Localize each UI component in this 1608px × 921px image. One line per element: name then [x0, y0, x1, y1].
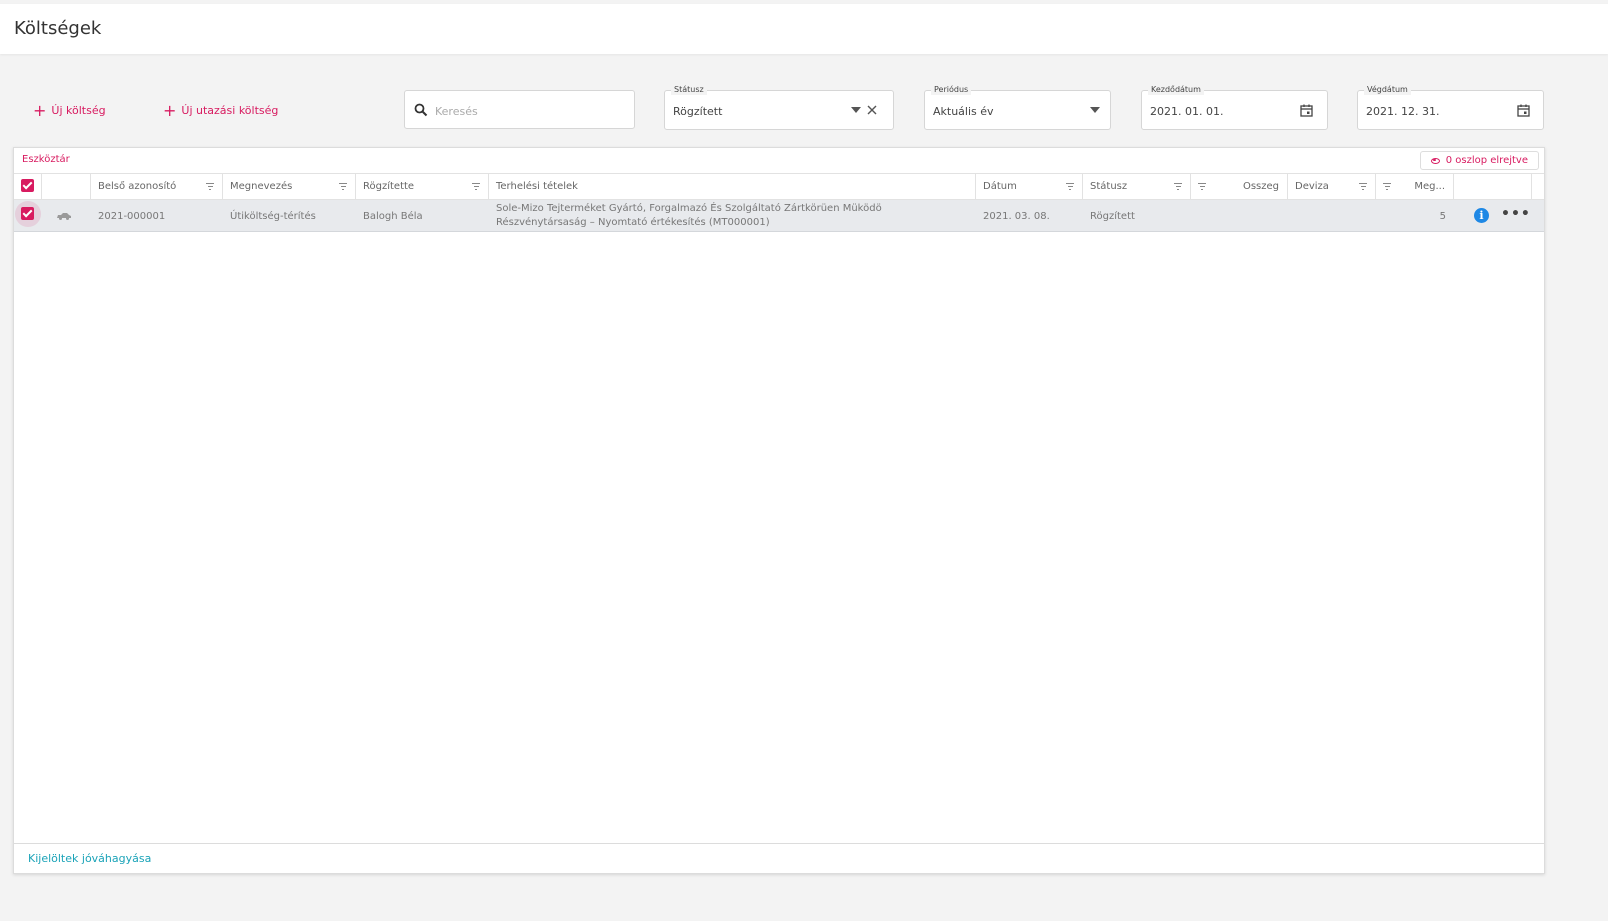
header-select-cell	[14, 174, 42, 199]
status-label: Státusz	[671, 85, 707, 95]
column-label: Rögzítette	[363, 181, 415, 192]
filter-icon[interactable]	[206, 183, 214, 190]
hidden-columns-label: 0 oszlop elrejtve	[1445, 155, 1528, 166]
amount-cell	[1191, 200, 1288, 232]
filter-icon[interactable]	[339, 183, 347, 190]
column-header-amount[interactable]: Összeg	[1191, 174, 1288, 199]
period-label: Periódus	[931, 85, 972, 95]
end-date-value: 2021. 12. 31.	[1366, 105, 1440, 118]
hidden-columns-button[interactable]: 0 oszlop elrejtve	[1419, 151, 1539, 170]
costs-grid: Eszköztár 0 oszlop elrejtve Belső azonos…	[13, 147, 1545, 874]
search-icon	[413, 102, 429, 118]
car-icon	[56, 200, 80, 232]
plus-icon: +	[163, 101, 177, 120]
end-date-field[interactable]: Végdátum 2021. 12. 31.	[1357, 85, 1544, 130]
column-label: Deviza	[1295, 181, 1329, 192]
date-cell: 2021. 03. 08.	[983, 210, 1050, 222]
meg-cell: 5	[1439, 210, 1446, 222]
currency-cell	[1288, 200, 1376, 232]
charge-items-cell: Sole-Mizo Tejterméket Gyártó, Forgalmazó…	[496, 203, 882, 228]
period-value: Aktuális év	[933, 105, 994, 118]
internal-id-cell: 2021-000001	[98, 210, 166, 222]
column-label: Terhelési tételek	[496, 181, 578, 192]
calendar-icon[interactable]	[1515, 102, 1531, 118]
column-header-status[interactable]: Státusz	[1083, 174, 1191, 199]
status-value: Rögzített	[673, 105, 723, 118]
toolbar-toggle[interactable]: Eszköztár	[22, 154, 70, 165]
name-cell: Útiköltség-térítés	[230, 210, 316, 222]
table-header: Belső azonosító Megnevezés Rögzítette Te…	[14, 173, 1544, 200]
page-title: Költségek	[14, 18, 102, 39]
filter-icon[interactable]	[1174, 183, 1182, 190]
header-actions-cell	[1454, 174, 1532, 199]
dropdown-arrow-icon[interactable]	[1087, 102, 1103, 118]
more-actions-icon[interactable]: •••	[1501, 206, 1531, 222]
start-date-value: 2021. 01. 01.	[1150, 105, 1224, 118]
period-select[interactable]: Periódus Aktuális év	[924, 85, 1111, 130]
column-label: Meg...	[1414, 181, 1445, 192]
start-date-field[interactable]: Kezdődátum 2021. 01. 01.	[1141, 85, 1328, 130]
recorded-by-cell: Balogh Béla	[363, 210, 423, 222]
column-header-date[interactable]: Dátum	[976, 174, 1083, 199]
filter-icon[interactable]	[1198, 183, 1206, 190]
column-label: Dátum	[983, 181, 1017, 192]
grid-footer: Kijelöltek jóváhagyása	[14, 843, 1544, 873]
column-label: Megnevezés	[230, 181, 293, 192]
column-header-internal-id[interactable]: Belső azonosító	[91, 174, 223, 199]
start-date-label: Kezdődátum	[1148, 85, 1204, 95]
search-field	[404, 90, 635, 129]
search-input[interactable]	[435, 101, 625, 121]
column-header-currency[interactable]: Deviza	[1288, 174, 1376, 199]
new-travel-cost-button[interactable]: + Új utazási költség	[163, 101, 279, 120]
end-date-label: Végdátum	[1364, 85, 1411, 95]
new-cost-label: Új költség	[51, 104, 106, 117]
column-header-name[interactable]: Megnevezés	[223, 174, 356, 199]
plus-icon: +	[33, 101, 47, 120]
row-select-cell	[14, 200, 42, 232]
table-row[interactable]: 2021-000001 Útiköltség-térítés Balogh Bé…	[14, 200, 1544, 232]
column-header-meg[interactable]: Meg...	[1376, 174, 1454, 199]
column-header-recorded-by[interactable]: Rögzítette	[356, 174, 489, 199]
new-travel-cost-label: Új utazási költség	[181, 104, 279, 117]
status-cell: Rögzített	[1090, 210, 1135, 222]
filter-icon[interactable]	[472, 183, 480, 190]
column-label: Státusz	[1090, 181, 1128, 192]
eye-icon	[1430, 157, 1440, 164]
column-header-charge-items[interactable]: Terhelési tételek	[489, 174, 976, 199]
dropdown-arrow-icon[interactable]	[848, 102, 864, 118]
status-select[interactable]: Státusz Rögzített	[664, 85, 894, 130]
calendar-icon[interactable]	[1298, 102, 1314, 118]
column-label: Belső azonosító	[98, 181, 177, 192]
approve-selected-button[interactable]: Kijelöltek jóváhagyása	[28, 852, 151, 865]
select-all-checkbox[interactable]	[21, 179, 34, 192]
row-checkbox[interactable]	[21, 207, 34, 220]
filter-icon[interactable]	[1359, 183, 1367, 190]
filter-icon[interactable]	[1066, 183, 1074, 190]
header-type-cell	[42, 174, 91, 199]
page-header: Költségek	[0, 4, 1608, 54]
clear-icon[interactable]	[864, 102, 880, 118]
info-icon[interactable]: i	[1474, 208, 1489, 223]
new-cost-button[interactable]: + Új költség	[33, 101, 106, 120]
filter-icon[interactable]	[1383, 183, 1391, 190]
column-label: Összeg	[1242, 181, 1279, 192]
